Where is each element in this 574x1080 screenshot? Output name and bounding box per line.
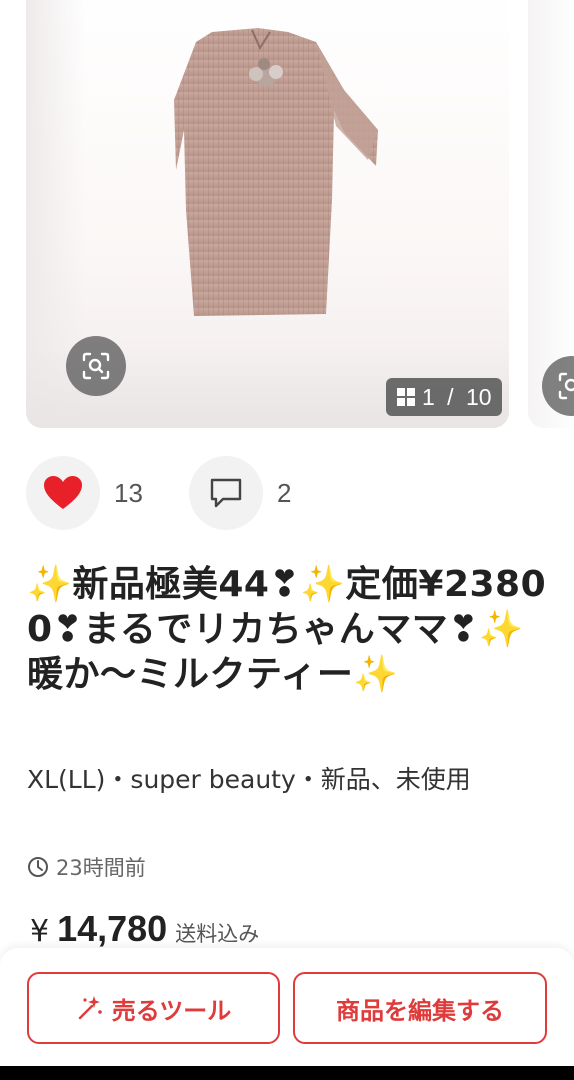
image-carousel[interactable]: 1 / 10 — [0, 0, 574, 430]
reaction-bar: 13 2 — [26, 456, 291, 530]
counter-separator: / — [440, 383, 460, 410]
image-search-icon — [82, 352, 110, 380]
item-title: ✨新品極美44❣✨定価¥23800❣まるでリカちゃんママ❣✨暖か〜ミルクティー✨ — [27, 564, 547, 695]
comment-button[interactable] — [189, 456, 263, 530]
image-search-button[interactable] — [66, 336, 126, 396]
next-product-image[interactable] — [528, 0, 574, 428]
heart-icon — [44, 476, 82, 509]
comment-count: 2 — [277, 477, 292, 508]
sell-tool-label: 売るツール — [111, 996, 232, 1025]
like-button[interactable] — [26, 456, 100, 530]
image-search-button[interactable] — [542, 356, 574, 416]
shipping-label: 送料込み — [175, 922, 260, 946]
posted-time: 23時間前 — [27, 852, 146, 882]
price: ¥ 14,780 送料込み — [30, 908, 259, 950]
sell-tool-button[interactable]: 売るツール — [27, 972, 280, 1044]
posted-time-text: 23時間前 — [56, 856, 146, 880]
edit-item-label: 商品を編集する — [336, 996, 504, 1025]
product-image[interactable]: 1 / 10 — [26, 0, 509, 428]
price-currency: ¥ — [30, 914, 50, 949]
image-search-icon — [558, 372, 574, 400]
like-count: 13 — [114, 477, 143, 508]
clock-icon — [28, 857, 48, 877]
grid-icon — [397, 388, 415, 406]
system-nav-bar — [0, 1066, 574, 1080]
price-value: 14,780 — [57, 908, 168, 949]
item-detail-page: 1 / 10 13 2 ✨新品極美44❣✨定価¥23800❣まるでリカちゃんママ… — [0, 0, 574, 1080]
sparkle-wand-icon — [78, 996, 102, 1020]
comment-icon — [210, 478, 242, 508]
item-meta: XL(LL)・super beauty・新品、未使用 — [27, 765, 471, 794]
counter-current: 1 — [422, 383, 435, 410]
bottom-action-bar: 売るツール 商品を編集する — [0, 948, 574, 1066]
image-counter: 1 / 10 — [386, 378, 502, 416]
edit-item-button[interactable]: 商品を編集する — [293, 972, 547, 1044]
counter-total: 10 — [465, 383, 492, 410]
